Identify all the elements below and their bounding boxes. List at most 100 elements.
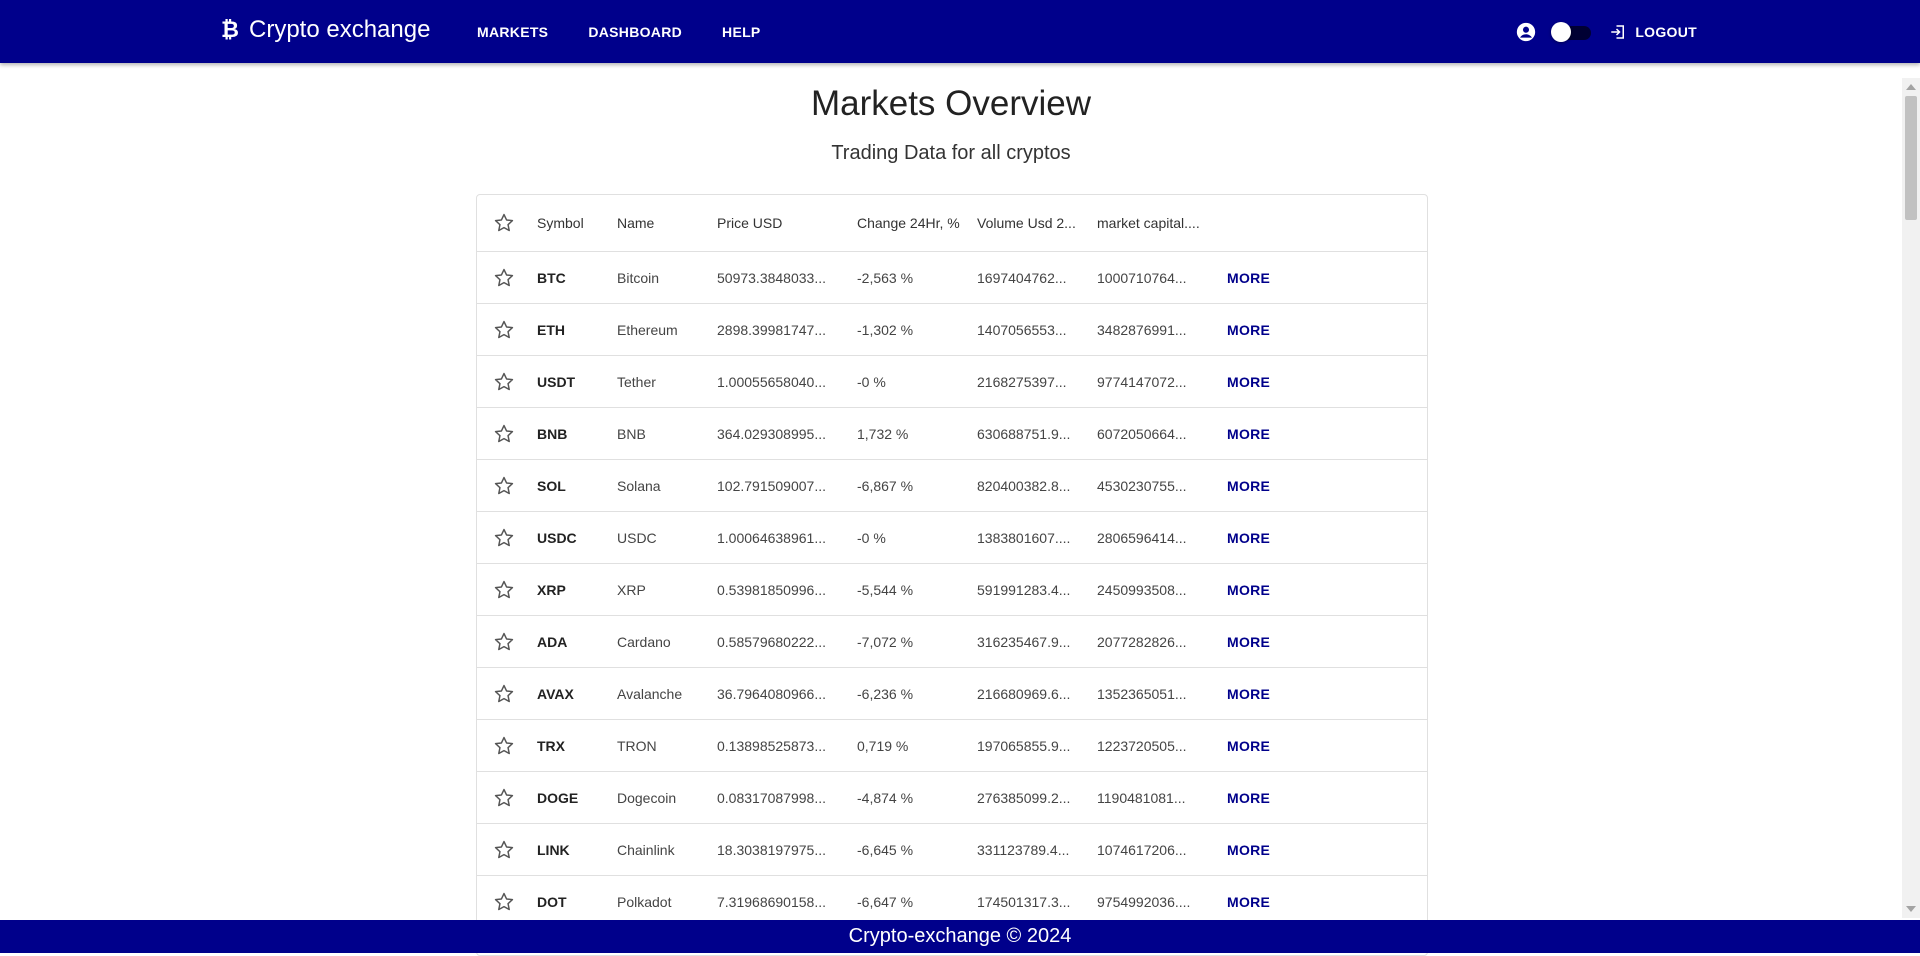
column-header-volume[interactable]: Volume Usd 2...	[977, 195, 1077, 251]
cell-price: 36.7964080966...	[717, 685, 826, 702]
cell-market-cap: 3482876991...	[1097, 321, 1187, 338]
cell-price: 18.3038197975...	[717, 841, 826, 858]
column-header-symbol[interactable]: Symbol	[537, 195, 607, 251]
more-button[interactable]: MORE	[1227, 616, 1287, 667]
column-header-change[interactable]: Change 24Hr, %	[857, 195, 972, 251]
column-header-name[interactable]: Name	[617, 195, 707, 251]
cell-change: -6,645 %	[857, 841, 914, 858]
cell-name: Chainlink	[617, 841, 675, 858]
more-button[interactable]: MORE	[1227, 304, 1287, 355]
table-row: ADA Cardano 0.58579680222... -7,072 % 31…	[477, 616, 1427, 668]
star-icon[interactable]	[489, 252, 519, 303]
cell-market-cap: 1352365051...	[1097, 685, 1187, 702]
scroll-thumb[interactable]	[1905, 96, 1917, 220]
markets-table: Symbol Name Price USD Change 24Hr, % Vol…	[476, 194, 1428, 956]
cell-volume: 1697404762...	[977, 269, 1067, 286]
star-icon[interactable]	[489, 824, 519, 875]
cell-volume: 1383801607....	[977, 529, 1071, 546]
star-icon[interactable]	[489, 720, 519, 771]
bitcoin-icon: ₿	[221, 17, 239, 42]
cell-change: -4,874 %	[857, 789, 914, 806]
cell-change: -6,236 %	[857, 685, 914, 702]
cell-market-cap: 4530230755...	[1097, 477, 1187, 494]
table-row: AVAX Avalanche 36.7964080966... -6,236 %…	[477, 668, 1427, 720]
more-button[interactable]: MORE	[1227, 668, 1287, 719]
star-icon[interactable]	[489, 564, 519, 615]
main-nav: MARKETS DASHBOARD HELP	[477, 0, 801, 63]
table-row: LINK Chainlink 18.3038197975... -6,645 %…	[477, 824, 1427, 876]
table-row: ETH Ethereum 2898.39981747... -1,302 % 1…	[477, 304, 1427, 356]
cell-market-cap: 6072050664...	[1097, 425, 1187, 442]
nav-dashboard[interactable]: DASHBOARD	[588, 24, 682, 40]
cell-price: 364.029308995...	[717, 425, 826, 442]
cell-change: -2,563 %	[857, 269, 914, 286]
cell-market-cap: 2806596414...	[1097, 529, 1187, 546]
cell-market-cap: 2450993508...	[1097, 581, 1187, 598]
cell-name: XRP	[617, 581, 646, 598]
cell-volume: 316235467.9...	[977, 633, 1071, 650]
more-button[interactable]: MORE	[1227, 824, 1287, 875]
cell-price: 1.00055658040...	[717, 373, 826, 390]
table-header: Symbol Name Price USD Change 24Hr, % Vol…	[477, 195, 1427, 252]
page-scrollbar[interactable]	[1902, 78, 1920, 918]
nav-help[interactable]: HELP	[722, 24, 761, 40]
cell-volume: 820400382.8...	[977, 477, 1071, 494]
logout-button[interactable]: LOGOUT	[1609, 23, 1697, 41]
cell-volume: 331123789.4...	[977, 841, 1070, 858]
table-body: BTC Bitcoin 50973.3848033... -2,563 % 16…	[477, 252, 1427, 928]
brand[interactable]: ₿ Crypto exchange	[221, 16, 430, 44]
star-icon[interactable]	[489, 304, 519, 355]
cell-market-cap: 1074617206...	[1097, 841, 1187, 858]
star-all-icon[interactable]	[489, 195, 519, 251]
cell-symbol: ETH	[537, 321, 565, 338]
cell-volume: 276385099.2...	[977, 789, 1071, 806]
cell-price: 0.58579680222...	[717, 633, 826, 650]
star-icon[interactable]	[489, 356, 519, 407]
more-button[interactable]: MORE	[1227, 460, 1287, 511]
cell-volume: 197065855.9...	[977, 737, 1071, 754]
account-circle-icon[interactable]	[1515, 21, 1537, 43]
cell-price: 2898.39981747...	[717, 321, 826, 338]
cell-change: -6,867 %	[857, 477, 914, 494]
logout-label: LOGOUT	[1635, 23, 1697, 40]
cell-name: Ethereum	[617, 321, 678, 338]
cell-name: Cardano	[617, 633, 671, 650]
star-icon[interactable]	[489, 772, 519, 823]
cell-symbol: ADA	[537, 633, 568, 650]
theme-toggle-thumb	[1551, 21, 1572, 42]
cell-name: Tether	[617, 373, 656, 390]
cell-change: -5,544 %	[857, 581, 914, 598]
more-button[interactable]: MORE	[1227, 772, 1287, 823]
nav-markets[interactable]: MARKETS	[477, 24, 548, 40]
column-header-market-cap[interactable]: market capital....	[1097, 195, 1203, 251]
table-row: USDT Tether 1.00055658040... -0 % 216827…	[477, 356, 1427, 408]
table-row: SOL Solana 102.791509007... -6,867 % 820…	[477, 460, 1427, 512]
cell-price: 1.00064638961...	[717, 529, 826, 546]
more-button[interactable]: MORE	[1227, 512, 1287, 563]
theme-toggle[interactable]	[1551, 21, 1592, 42]
star-icon[interactable]	[489, 512, 519, 563]
page-subtitle: Trading Data for all cryptos	[831, 142, 1071, 164]
star-icon[interactable]	[489, 668, 519, 719]
more-button[interactable]: MORE	[1227, 252, 1287, 303]
star-icon[interactable]	[489, 460, 519, 511]
cell-price: 0.53981850996...	[717, 581, 826, 598]
cell-name: Solana	[617, 477, 661, 494]
cell-name: BNB	[617, 425, 646, 442]
more-button[interactable]: MORE	[1227, 720, 1287, 771]
cell-change: -0 %	[857, 529, 886, 546]
app-bar: ₿ Crypto exchange MARKETS DASHBOARD HELP…	[0, 0, 1920, 63]
star-icon[interactable]	[489, 616, 519, 667]
cell-symbol: LINK	[537, 841, 570, 858]
more-button[interactable]: MORE	[1227, 356, 1287, 407]
more-button[interactable]: MORE	[1227, 564, 1287, 615]
header-tools: LOGOUT	[1515, 0, 1697, 63]
more-button[interactable]: MORE	[1227, 408, 1287, 459]
cell-market-cap: 1000710764...	[1097, 269, 1187, 286]
scroll-up-arrow-icon[interactable]	[1906, 84, 1916, 90]
cell-symbol: USDC	[537, 529, 577, 546]
column-header-price[interactable]: Price USD	[717, 195, 832, 251]
cell-price: 50973.3848033...	[717, 269, 826, 286]
scroll-down-arrow-icon[interactable]	[1906, 906, 1916, 912]
star-icon[interactable]	[489, 408, 519, 459]
